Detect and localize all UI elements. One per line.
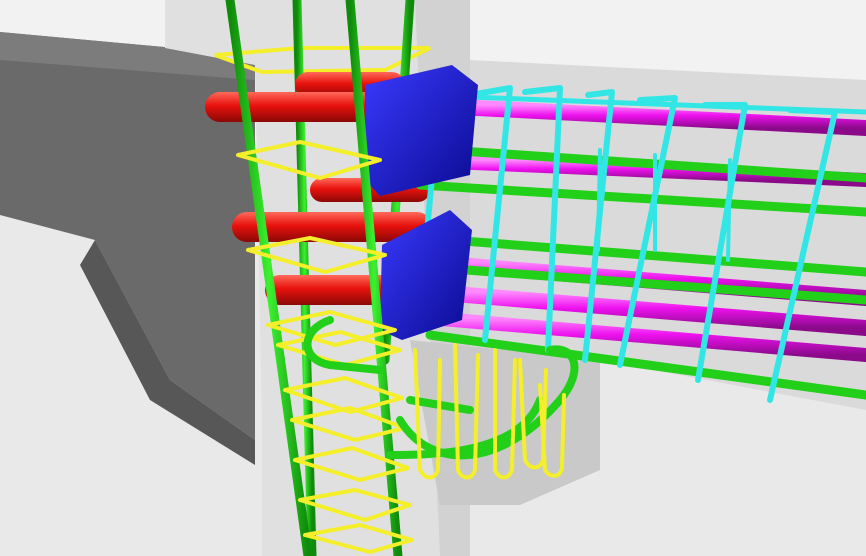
3d-viewport[interactable] <box>0 0 866 556</box>
rebar-scene[interactable] <box>0 0 866 556</box>
anchor-plate-upper <box>365 65 478 196</box>
